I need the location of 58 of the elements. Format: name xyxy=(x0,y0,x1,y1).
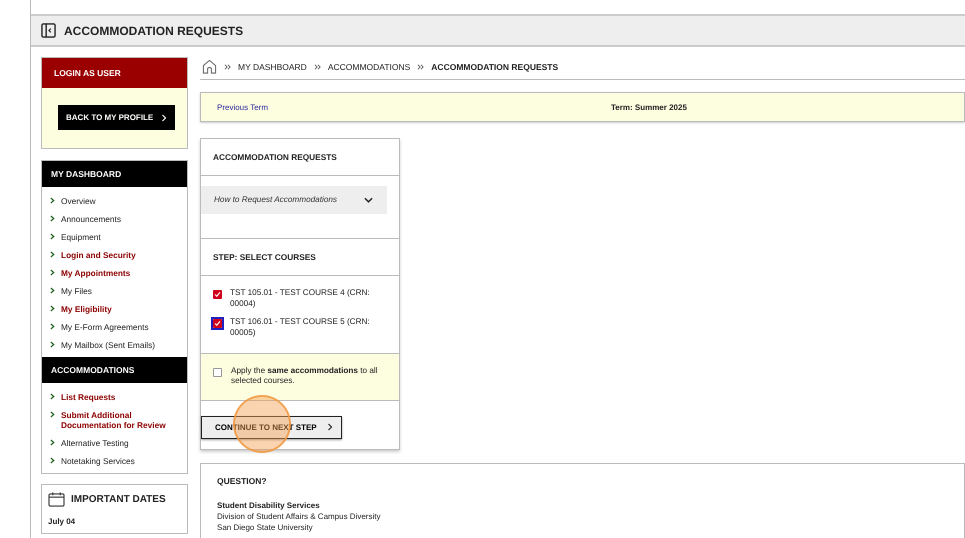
chevron-right-icon xyxy=(326,423,333,432)
question-title: QUESTION? xyxy=(217,476,268,488)
chevron-right-icon xyxy=(161,114,168,122)
sidebar-link[interactable]: Overview xyxy=(61,196,96,206)
term-label: Term: Summer 2025 xyxy=(611,102,687,112)
accordion-toggle[interactable]: How to Request Accommodations xyxy=(201,186,387,214)
chevron-icon xyxy=(50,287,55,294)
chevron-icon xyxy=(50,393,55,400)
sidebar-toggle-icon[interactable] xyxy=(41,23,56,38)
sidebar-link[interactable]: Login and Security xyxy=(61,250,136,260)
chevron-icon xyxy=(50,251,55,258)
important-dates-title: IMPORTANT DATES xyxy=(71,494,166,505)
sidebar-link[interactable]: Alternative Testing xyxy=(61,438,129,448)
double-chevron-icon xyxy=(417,64,424,70)
menu-section-title: ACCOMMODATIONS xyxy=(42,357,187,383)
sidebar-link[interactable]: My Files xyxy=(61,286,92,296)
step-title: STEP: SELECT COURSES xyxy=(201,239,399,276)
chevron-icon xyxy=(50,215,55,222)
chevron-icon xyxy=(50,233,55,240)
double-chevron-icon xyxy=(224,64,231,70)
sidebar-link[interactable]: My Eligibility xyxy=(61,304,112,314)
sidebar-link[interactable]: Notetaking Services xyxy=(61,456,135,466)
breadcrumb-link[interactable]: MY DASHBOARD xyxy=(238,62,307,72)
chevron-icon xyxy=(50,457,55,464)
chevron-icon xyxy=(50,341,55,348)
chevron-icon xyxy=(50,269,55,276)
chevron-icon xyxy=(50,323,55,330)
course-checkbox[interactable] xyxy=(213,290,222,299)
apply-same-checkbox[interactable] xyxy=(213,368,222,377)
back-to-profile-button[interactable]: BACK TO MY PROFILE xyxy=(58,105,176,130)
login-panel-title: LOGIN AS USER xyxy=(42,58,187,88)
sidebar-link[interactable]: My Appointments xyxy=(61,268,130,278)
card-title: ACCOMMODATION REQUESTS xyxy=(201,139,399,176)
sidebar-link[interactable]: Equipment xyxy=(61,232,101,242)
chevron-down-icon xyxy=(364,196,373,202)
apply-same-label: Apply the same accommodations to all selected courses. xyxy=(231,366,379,387)
calendar-icon xyxy=(48,492,65,507)
previous-term-link[interactable]: Previous Term xyxy=(217,102,611,112)
course-label: TST 105.01 - TEST COURSE 4 (CRN: 00004) xyxy=(230,288,371,310)
double-chevron-icon xyxy=(314,64,321,70)
contact-line: Division of Student Affairs & Campus Diversity xyxy=(217,511,382,522)
home-icon[interactable] xyxy=(202,59,217,74)
chevron-icon xyxy=(50,305,55,312)
chevron-icon xyxy=(50,439,55,446)
chevron-icon xyxy=(50,411,55,418)
organization-name: Student Disability Services xyxy=(217,500,321,512)
breadcrumb-link[interactable]: ACCOMMODATIONS xyxy=(328,62,410,72)
menu-section-title: MY DASHBOARD xyxy=(42,161,187,187)
sidebar-link[interactable]: Announcements xyxy=(61,214,121,224)
sidebar-link[interactable]: My Mailbox (Sent Emails) xyxy=(61,340,156,350)
page-title: ACCOMMODATION REQUESTS xyxy=(64,24,244,38)
chevron-icon xyxy=(50,197,55,204)
sidebar-link[interactable]: Submit Additional Documentation for Review xyxy=(61,410,187,430)
sidebar-link[interactable]: My E-Form Agreements xyxy=(61,322,149,332)
sidebar-link[interactable]: List Requests xyxy=(61,392,116,402)
course-label: TST 106.01 - TEST COURSE 5 (CRN: 00005) xyxy=(230,317,371,339)
contact-line: San Diego State University xyxy=(217,522,314,534)
date-label: July 04 xyxy=(48,517,76,526)
